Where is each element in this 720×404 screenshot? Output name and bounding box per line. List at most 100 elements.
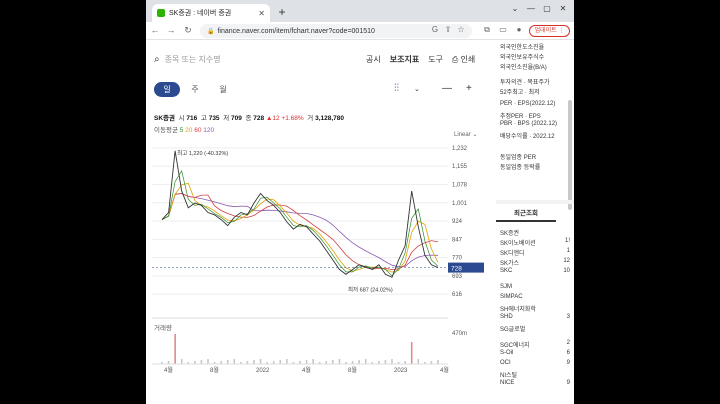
- recent-item[interactable]: SHD 3: [500, 314, 570, 320]
- volume-bar: [410, 342, 413, 364]
- recent-item[interactable]: SJM: [500, 284, 570, 290]
- volume-value: 3,128,780: [315, 115, 344, 122]
- recent-item-name: NICE: [500, 380, 515, 386]
- sidebar-info-item: 외국인소진율(B/A): [500, 65, 547, 71]
- menu-indicators[interactable]: 보조지표: [390, 54, 419, 65]
- period-week[interactable]: 주: [182, 82, 208, 97]
- recent-item[interactable]: SK가스 12: [500, 258, 570, 267]
- recent-item[interactable]: SK이노베이션 1!: [500, 238, 570, 247]
- current-price-text: 728: [451, 266, 462, 273]
- recent-item-name: SKC: [500, 268, 513, 274]
- sidebar-info-item: 외국인한도소진율: [500, 45, 545, 51]
- profile-icon[interactable]: ●: [514, 25, 524, 34]
- sidebar-info-item: 투자의견 · 목표주가: [500, 80, 550, 86]
- back-icon[interactable]: ←: [150, 25, 160, 35]
- ohlc-summary: SK증권 시 716 고 735 저 709 종 728 ▲12 +1.68% …: [154, 115, 344, 122]
- sidebar-info-item: 외국인보유주식수: [500, 55, 545, 61]
- volume-bar: [200, 360, 203, 364]
- recent-item[interactable]: SIMPAC: [500, 294, 570, 300]
- recent-item[interactable]: OCI 9: [500, 360, 570, 366]
- recent-item-name: SK증권: [500, 231, 520, 237]
- sidebar-scrollbar[interactable]: [568, 100, 572, 210]
- sidebar-info-item: 배당수익률 · 2022.12: [500, 134, 555, 140]
- chevron-down-icon[interactable]: ⌄: [414, 85, 420, 93]
- close-tab-icon[interactable]: ✕: [258, 9, 265, 18]
- ma20-line: [161, 182, 439, 273]
- search-icon: ⌕: [154, 54, 160, 65]
- volume-bar: [180, 359, 183, 364]
- recent-item-name: SK디앤디: [500, 251, 525, 257]
- period-day[interactable]: 일: [154, 82, 180, 97]
- volume-bar: [233, 359, 236, 364]
- recent-item-value: 1: [566, 248, 570, 254]
- sidebar-info-item: 동일업종 PER: [500, 155, 537, 161]
- zoom-out-icon[interactable]: —: [442, 83, 452, 94]
- recent-item[interactable]: NI스틸: [500, 370, 570, 379]
- menu-disclosure[interactable]: 공시: [366, 54, 381, 65]
- share-icon[interactable]: ⇪: [443, 25, 453, 34]
- menu-print[interactable]: ⎙ 인쇄: [452, 54, 475, 65]
- recent-viewed-tab[interactable]: 최근조회: [496, 208, 556, 222]
- new-tab-button[interactable]: +: [275, 5, 289, 19]
- minimize-icon[interactable]: —: [524, 4, 538, 13]
- volume-bar: [279, 360, 282, 364]
- x-tick-label: 8월: [210, 366, 219, 374]
- recent-item[interactable]: SKC 10: [500, 268, 570, 274]
- recent-item-name: SJM: [500, 284, 512, 290]
- chart-menu: 공시 보조지표 도구 ⎙ 인쇄: [366, 54, 475, 65]
- recent-item-value: 10: [563, 268, 570, 274]
- sidebar-info-item: 추정PER · EPS: [500, 114, 541, 120]
- x-tick-label: 4월: [440, 366, 449, 374]
- recent-item[interactable]: NICE 9: [500, 380, 570, 386]
- extensions-icon[interactable]: ⧉: [482, 25, 492, 35]
- update-button[interactable]: 업데이트 ⋮: [529, 25, 570, 37]
- x-tick-label: 2022: [256, 368, 270, 374]
- price-chart[interactable]: 1,232 1,155 1,078 1,001 924 847 770 693 616 4월 8월 2…: [146, 140, 491, 404]
- x-tick-label: 4월: [302, 366, 311, 374]
- ma-20: 20: [185, 127, 193, 134]
- volume-bar: [253, 360, 255, 364]
- sidebar-info-item: 동일업종 등락률: [500, 165, 541, 171]
- candle-type-icon[interactable]: ⫶⫶: [394, 83, 399, 94]
- recent-item-value: 6: [566, 350, 570, 356]
- y-tick-label: 616: [452, 292, 463, 298]
- close-value: 728: [253, 115, 265, 122]
- forward-icon[interactable]: →: [166, 25, 176, 35]
- volume-bar: [364, 359, 367, 364]
- sidepanel-icon[interactable]: ▭: [498, 25, 508, 34]
- lock-icon: 🔒: [207, 28, 215, 35]
- recent-item[interactable]: SG글로벌: [500, 324, 570, 333]
- recent-item[interactable]: SK디앤디 1: [500, 248, 570, 257]
- tab-title: SK증권 : 네이버 증권: [169, 10, 232, 17]
- recent-item-value: 9: [566, 380, 570, 386]
- maximize-icon[interactable]: ▢: [540, 4, 554, 13]
- min-annotation: 최저 687 (24.02%): [348, 285, 393, 293]
- menu-tools[interactable]: 도구: [428, 54, 443, 65]
- zoom-in-icon[interactable]: +: [466, 83, 472, 94]
- max-annotation: 최고 1,220 (-40.32%): [177, 149, 228, 157]
- google-icon[interactable]: G: [430, 25, 440, 34]
- browser-tab[interactable]: SK증권 : 네이버 증권 ✕: [152, 4, 270, 22]
- recent-item[interactable]: SK증권: [500, 228, 570, 237]
- recent-item[interactable]: SH에너지화학: [500, 304, 570, 313]
- recent-item-name: SGC에너지: [500, 343, 530, 349]
- period-selector: 일 주 월: [154, 82, 238, 97]
- sidebar-divider: [496, 200, 574, 204]
- sidebar-info-item: PER · EPS(2022.12): [500, 101, 556, 107]
- address-toolbar: ← → ↻ 🔒 finance.naver.com/item/fchart.na…: [146, 22, 574, 40]
- y-tick-label: 770: [452, 256, 463, 262]
- sidebar-info-item: PBR · BPS (2022.12): [500, 121, 558, 127]
- ma60-line: [161, 193, 439, 271]
- ma-120: 120: [203, 127, 215, 134]
- y-tick-label: 924: [452, 219, 463, 225]
- reload-icon[interactable]: ↻: [183, 25, 193, 36]
- recent-item[interactable]: SGC에너지 2: [500, 340, 570, 349]
- recent-item[interactable]: S-Oil 6: [500, 350, 570, 356]
- chevron-down-icon[interactable]: ⌄: [508, 4, 522, 13]
- recent-item-value: 9: [566, 360, 570, 366]
- scale-selector[interactable]: Linear ⌄: [454, 131, 477, 138]
- close-window-icon[interactable]: ✕: [556, 4, 570, 13]
- star-icon[interactable]: ☆: [456, 25, 466, 34]
- period-month[interactable]: 월: [210, 82, 236, 97]
- stock-search[interactable]: ⌕ 종목 또는 지수명: [154, 54, 221, 65]
